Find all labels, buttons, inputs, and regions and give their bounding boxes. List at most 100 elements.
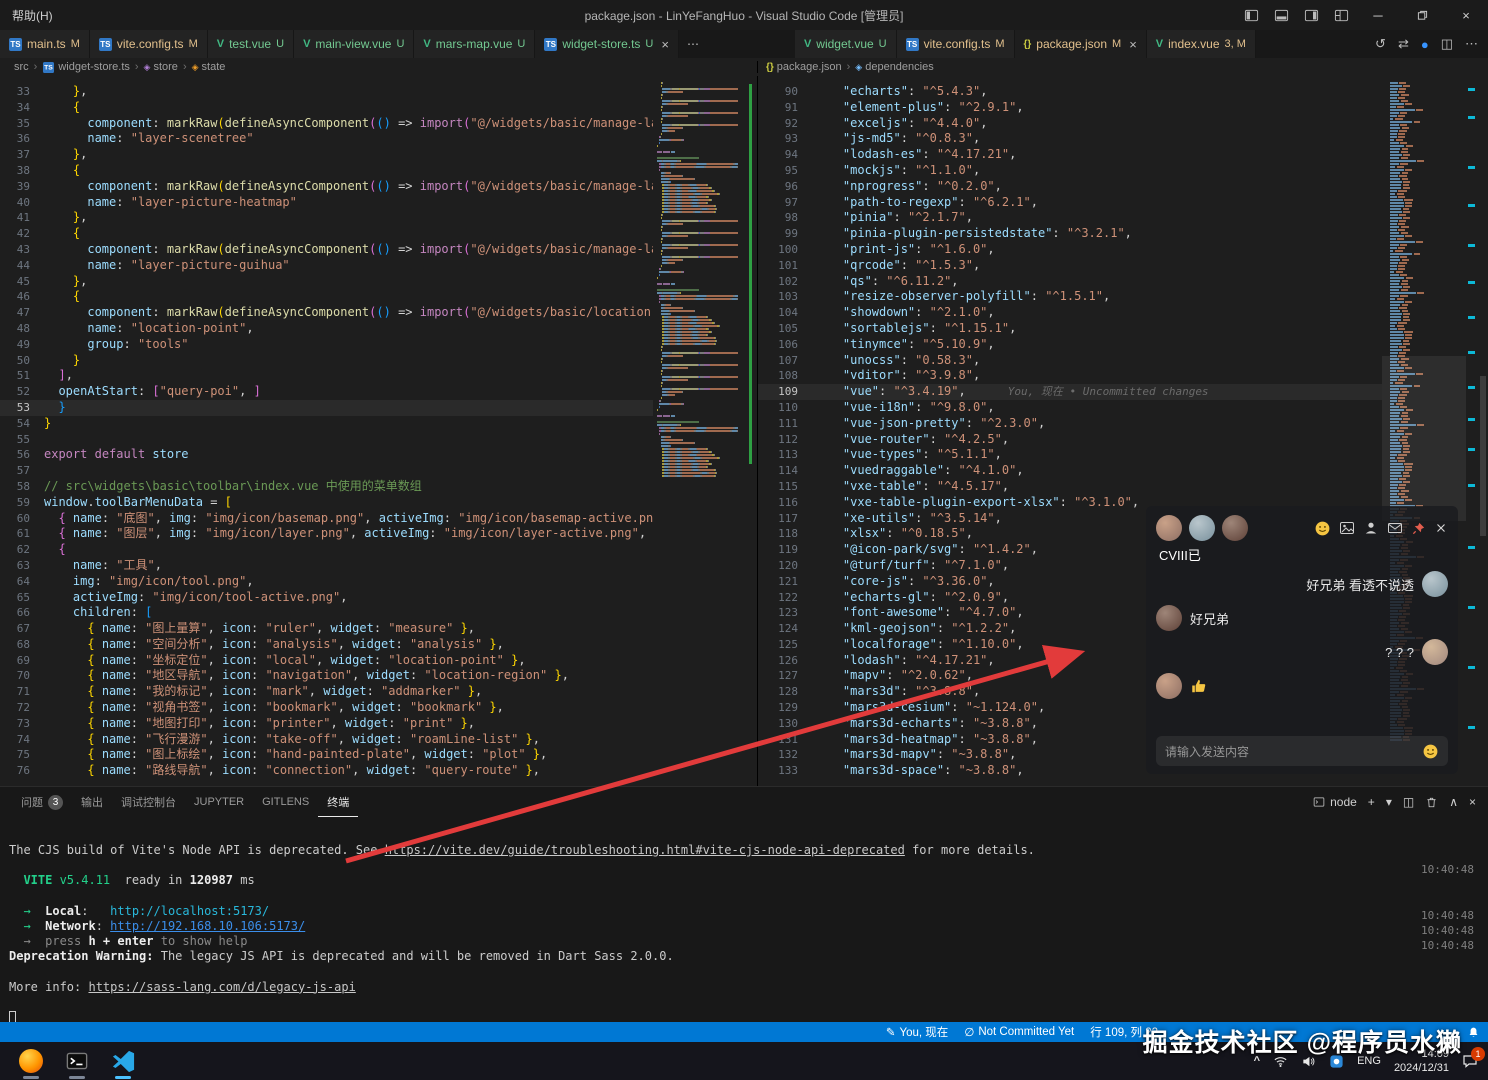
code-editor-widget-store[interactable]: 33 },34 {35 component: markRaw(defineAsy… <box>0 76 653 786</box>
terminal[interactable]: The CJS build of Vite's Node API is depr… <box>0 817 1418 1022</box>
split-terminal-icon[interactable]: ◫ <box>1403 795 1414 809</box>
line-number: 96 <box>758 179 814 195</box>
close-panel-icon[interactable]: × <box>1469 795 1476 809</box>
browser-app-icon[interactable] <box>18 1048 44 1074</box>
line-number: 99 <box>758 226 814 242</box>
code-text: "element-plus": "^2.9.1", <box>814 100 1382 116</box>
tab-widget.vue[interactable]: Vwidget.vueU <box>795 30 897 58</box>
tab-test.vue[interactable]: Vtest.vueU <box>208 30 294 58</box>
breadcrumb-item-dependencies[interactable]: ◈dependencies <box>855 61 933 73</box>
breadcrumb-item-widget-store.ts[interactable]: TSwidget-store.ts <box>42 61 130 74</box>
code-line: 57 <box>0 463 653 479</box>
maximize-panel-icon[interactable]: ∧ <box>1449 795 1458 809</box>
line-number: 65 <box>0 590 44 606</box>
line-number: 113 <box>758 447 814 463</box>
restore-button[interactable] <box>1400 0 1444 30</box>
emoji-picker-icon[interactable] <box>1422 743 1439 760</box>
timeline-icon[interactable]: ↺ <box>1375 36 1386 52</box>
kill-terminal-icon[interactable] <box>1425 796 1438 809</box>
code-text: { name: "图层", img: "img/icon/layer.png",… <box>44 526 653 542</box>
code-text <box>44 463 653 479</box>
code-line: 47 component: markRaw(defineAsyncCompone… <box>0 305 653 321</box>
status-item[interactable]: ✎You, 现在 <box>886 1024 948 1040</box>
json-file-icon: {} <box>766 62 774 73</box>
terminal-line <box>9 995 1418 1010</box>
code-line: 53 } <box>0 400 653 416</box>
menu-help[interactable]: 帮助(H) <box>0 0 65 30</box>
breadcrumbs-row: src›TSwidget-store.ts›◈store›◈state {}pa… <box>0 58 1488 76</box>
customize-layout-icon[interactable] <box>1326 0 1356 30</box>
notifications-bell-icon[interactable] <box>1467 1022 1480 1042</box>
person-icon[interactable] <box>1363 520 1379 536</box>
sync-icon[interactable]: ⇄ <box>1398 36 1409 52</box>
code-text: // src\widgets\basic\toolbar\index.vue 中… <box>44 479 653 495</box>
terminal-line: → press h + enter to show help <box>9 934 1418 949</box>
panel-tab-GITLENS[interactable]: GITLENS <box>253 787 318 817</box>
terminal-shell-item[interactable]: node <box>1313 795 1357 809</box>
code-text: window.toolBarMenuData = [ <box>44 495 653 511</box>
status-item[interactable]: ∅Not Committed Yet <box>964 1025 1074 1039</box>
panel-tab-JUPYTER[interactable]: JUPYTER <box>185 787 253 817</box>
code-line: 59window.toolBarMenuData = [ <box>0 495 653 511</box>
close-window-button[interactable]: × <box>1444 0 1488 30</box>
terminal-cursor <box>9 1011 16 1022</box>
breadcrumb-item-state[interactable]: ◈state <box>192 61 226 73</box>
tab-main.ts[interactable]: TSmain.tsM <box>0 30 90 58</box>
ts-file-icon: TS <box>906 38 919 51</box>
terminal-app-icon[interactable] <box>64 1048 90 1074</box>
tab-vite.config.ts[interactable]: TSvite.config.tsM <box>90 30 208 58</box>
minimap-slider[interactable] <box>1382 356 1466 521</box>
chat-message-input[interactable]: 请输入发送内容 <box>1156 736 1448 766</box>
close-tab-icon[interactable]: × <box>661 37 669 52</box>
status-dot-icon[interactable]: ● <box>1421 37 1429 52</box>
notification-center-icon[interactable]: 1 <box>1462 1053 1478 1069</box>
toggle-secondary-sidebar-icon[interactable] <box>1296 0 1326 30</box>
new-terminal-icon[interactable]: + <box>1368 795 1375 809</box>
vscode-app-icon[interactable] <box>110 1048 136 1074</box>
tab-overflow-icon[interactable]: ⋯ <box>679 30 707 58</box>
line-number: 109 <box>758 384 814 400</box>
breadcrumb-item-src[interactable]: src <box>14 61 29 73</box>
terminal-line: → Network: http://192.168.10.106:5173/ <box>9 919 1418 934</box>
smiley-icon[interactable] <box>1314 520 1331 537</box>
tab-package.json[interactable]: {}package.jsonM× <box>1015 30 1147 58</box>
mail-icon[interactable] <box>1387 520 1403 536</box>
breadcrumb-item-package.json[interactable]: {}package.json <box>766 61 842 73</box>
panel-tab-输出[interactable]: 输出 <box>72 787 112 817</box>
minimize-button[interactable]: ─ <box>1356 0 1400 30</box>
status-item-label: Not Committed Yet <box>978 1026 1074 1038</box>
panel-tab-问题[interactable]: 问题3 <box>12 787 72 817</box>
vue-file-icon: V <box>804 38 811 50</box>
breadcrumb-item-store[interactable]: ◈store <box>144 61 178 73</box>
code-line: 63 name: "工具", <box>0 558 653 574</box>
toggle-sidebar-icon[interactable] <box>1236 0 1266 30</box>
split-editor-icon[interactable]: ◫ <box>1441 36 1453 52</box>
terminal-line: Deprecation Warning: The legacy JS API i… <box>9 949 1418 964</box>
tab-widget-store.ts[interactable]: TSwidget-store.tsU× <box>535 30 679 58</box>
code-line: 97 "path-to-regexp": "^6.2.1", <box>758 195 1382 211</box>
code-text: "showdown": "^2.1.0", <box>814 305 1382 321</box>
avatar <box>1156 515 1182 541</box>
tab-vite.config.ts[interactable]: TSvite.config.tsM <box>897 30 1015 58</box>
tab-main-view.vue[interactable]: Vmain-view.vueU <box>294 30 414 58</box>
line-number: 40 <box>0 195 44 211</box>
watermark: 掘金技术社区 @程序员水獭 <box>1143 1023 1462 1059</box>
close-tab-icon[interactable]: × <box>1129 37 1137 52</box>
tab-mars-map.vue[interactable]: Vmars-map.vueU <box>414 30 535 58</box>
panel-tab-终端[interactable]: 终端 <box>318 787 358 817</box>
more-actions-icon[interactable]: ⋯ <box>1465 36 1478 52</box>
line-number: 62 <box>0 542 44 558</box>
panel-tab-调试控制台[interactable]: 调试控制台 <box>112 787 185 817</box>
tab-index.vue[interactable]: Vindex.vue3, M <box>1147 30 1256 58</box>
code-text: "tinymce": "^5.10.9", <box>814 337 1382 353</box>
line-number: 38 <box>0 163 44 179</box>
terminal-dropdown-icon[interactable]: ▾ <box>1386 795 1392 809</box>
scrollbar-thumb[interactable] <box>1480 376 1486 536</box>
toggle-panel-icon[interactable] <box>1266 0 1296 30</box>
image-icon[interactable] <box>1339 520 1355 536</box>
editor-scrollbar[interactable] <box>1478 76 1488 786</box>
pin-icon[interactable] <box>1411 521 1426 536</box>
close-icon[interactable] <box>1434 521 1448 535</box>
minimap-left[interactable] <box>653 76 745 786</box>
code-line: 35 component: markRaw(defineAsyncCompone… <box>0 116 653 132</box>
